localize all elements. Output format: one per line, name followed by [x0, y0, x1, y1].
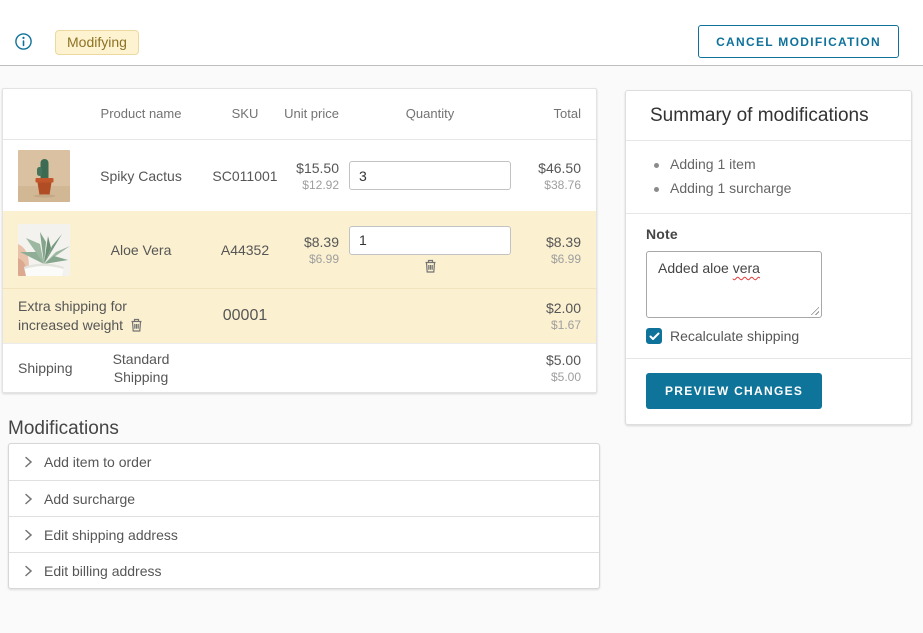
chevron-right-icon	[24, 493, 33, 505]
note-label: Note	[646, 226, 891, 242]
note-textarea[interactable]: Added aloe vera	[646, 251, 822, 318]
shipping-method: Standard Shipping	[101, 350, 181, 386]
summary-item: Adding 1 item	[654, 152, 887, 176]
info-icon[interactable]	[15, 33, 32, 50]
remove-surcharge-button[interactable]	[129, 317, 144, 333]
accordion-edit-shipping-address[interactable]: Edit shipping address	[9, 516, 599, 552]
cancel-modification-button[interactable]: CANCEL MODIFICATION	[698, 25, 899, 58]
shipping-total-secondary: $5.00	[521, 370, 581, 384]
table-row-aloe-vera: Aloe Vera A44352 $8.39 $6.99 $8.39 $6.99	[3, 211, 596, 288]
col-header-total: Total	[521, 106, 596, 122]
trash-icon	[423, 258, 438, 274]
quantity-input-spiky-cactus[interactable]	[349, 161, 511, 190]
recalculate-shipping-checkbox[interactable]	[646, 328, 662, 344]
unit-price: $8.39	[279, 234, 339, 250]
accordion-label: Add item to order	[44, 454, 151, 470]
top-bar: Modifying CANCEL MODIFICATION	[0, 0, 923, 66]
table-header-row: Product name SKU Unit price Quantity Tot…	[3, 89, 596, 140]
surcharge-total: $2.00	[521, 300, 581, 316]
note-text-misspelled: vera	[733, 260, 760, 276]
surcharge-total-secondary: $1.67	[521, 318, 581, 332]
accordion-label: Edit shipping address	[44, 527, 178, 543]
modifications-accordion: Add item to order Add surcharge Edit shi…	[8, 443, 600, 589]
chevron-right-icon	[24, 565, 33, 577]
modification-summary-list: Adding 1 item Adding 1 surcharge	[626, 141, 911, 213]
shipping-total: $5.00	[521, 352, 581, 368]
unit-price-secondary: $6.99	[279, 252, 339, 266]
accordion-add-item-to-order[interactable]: Add item to order	[9, 444, 599, 480]
line-total: $8.39	[521, 234, 581, 250]
status-badge: Modifying	[55, 30, 139, 55]
panel-title: Summary of modifications	[626, 91, 911, 140]
col-header-quantity: Quantity	[339, 106, 521, 122]
table-row-surcharge: Extra shipping for increased weight 0000…	[3, 288, 596, 343]
product-sku: SC011001	[211, 168, 279, 184]
surcharge-sku: 00001	[211, 307, 279, 325]
col-header-unit-price: Unit price	[279, 106, 339, 122]
line-total-secondary: $6.99	[521, 252, 581, 266]
accordion-label: Add surcharge	[44, 491, 135, 507]
unit-price: $15.50	[279, 160, 339, 176]
order-items-table: Product name SKU Unit price Quantity Tot…	[2, 88, 597, 393]
table-row-spiky-cactus: Spiky Cactus SC011001 $15.50 $12.92 $46.…	[3, 140, 596, 211]
product-name: Spiky Cactus	[71, 168, 211, 184]
accordion-add-surcharge[interactable]: Add surcharge	[9, 480, 599, 516]
accordion-label: Edit billing address	[44, 563, 162, 579]
line-total: $46.50	[521, 160, 581, 176]
textarea-resize-handle[interactable]	[810, 306, 819, 315]
surcharge-label: Extra shipping for increased weight	[18, 298, 127, 333]
checkmark-icon	[649, 332, 660, 341]
col-header-product-name: Product name	[71, 106, 211, 122]
accordion-edit-billing-address[interactable]: Edit billing address	[9, 552, 599, 588]
modifications-title: Modifications	[8, 418, 119, 440]
quantity-input-aloe-vera[interactable]	[349, 226, 511, 255]
unit-price-secondary: $12.92	[279, 178, 339, 192]
spiky-cactus-photo	[18, 150, 70, 202]
col-header-sku: SKU	[211, 106, 279, 122]
line-total-secondary: $38.76	[521, 178, 581, 192]
preview-changes-button[interactable]: PREVIEW CHANGES	[646, 373, 822, 409]
product-name: Aloe Vera	[71, 242, 211, 258]
shipping-row-label: Shipping	[3, 360, 71, 376]
product-sku: A44352	[211, 242, 279, 258]
chevron-right-icon	[24, 529, 33, 541]
aloe-vera-photo	[18, 224, 70, 276]
table-row-shipping: Shipping Standard Shipping $5.00 $5.00	[3, 343, 596, 392]
remove-aloe-vera-button[interactable]	[423, 258, 438, 274]
chevron-right-icon	[24, 456, 33, 468]
summary-of-modifications-panel: Summary of modifications Adding 1 item A…	[625, 90, 912, 425]
recalculate-shipping-option[interactable]: Recalculate shipping	[646, 328, 891, 344]
note-text: Added aloe	[658, 260, 733, 276]
trash-icon	[129, 317, 144, 333]
recalculate-shipping-label: Recalculate shipping	[670, 328, 799, 344]
summary-item: Adding 1 surcharge	[654, 176, 887, 200]
